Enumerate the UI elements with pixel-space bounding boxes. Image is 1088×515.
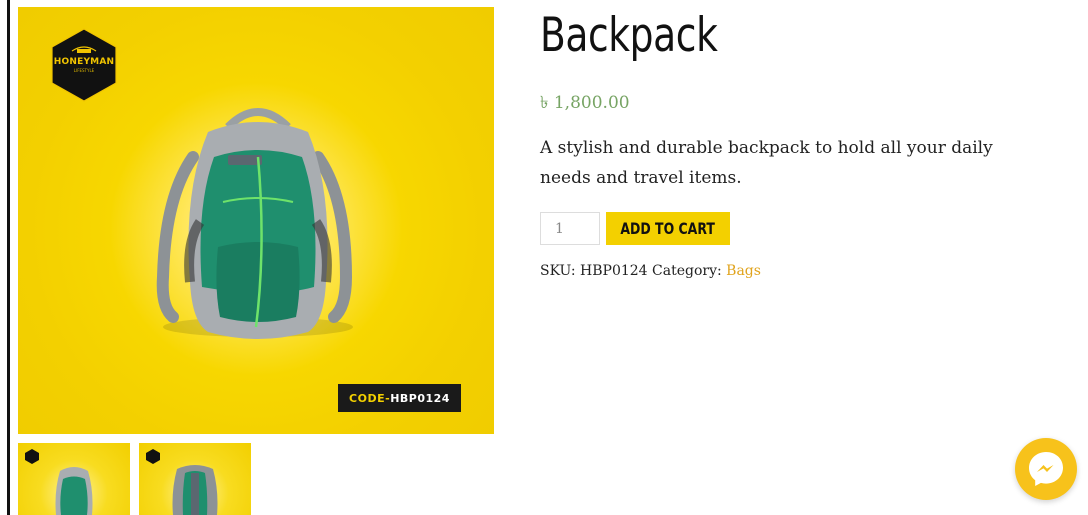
quantity-input[interactable]: [540, 212, 600, 245]
messenger-chat-button[interactable]: [1015, 438, 1077, 500]
add-to-cart-label: ADD TO CART: [620, 219, 716, 238]
category-link[interactable]: Bags: [726, 263, 761, 279]
thumbnail-backpack-front: [55, 467, 93, 515]
code-prefix: CODE: [349, 392, 390, 405]
product-thumbnail-2[interactable]: [139, 443, 251, 515]
category-label: Category:: [652, 263, 722, 279]
product-thumbnail-1[interactable]: [18, 443, 130, 515]
sku-value: HBP0124: [580, 263, 648, 279]
left-border: [7, 0, 10, 515]
product-price: ৳ 1,800.00: [540, 93, 630, 113]
sku-label: SKU:: [540, 263, 576, 279]
product-description: A stylish and durable backpack to hold a…: [540, 138, 993, 188]
product-code-label: CODEHBP0124: [338, 384, 461, 412]
product-meta: SKU: HBP0124 Category: Bags: [540, 263, 761, 279]
add-to-cart-button[interactable]: ADD TO CART: [606, 212, 730, 245]
product-title: Backpack: [540, 8, 718, 63]
backpack-illustration: [156, 108, 353, 339]
messenger-icon: [1029, 452, 1063, 486]
thumbnail-backpack-back: [172, 465, 218, 515]
product-main-image[interactable]: HONEYMAN LIFESTYLE CODEHBP0124: [18, 7, 494, 434]
code-value: HBP0124: [390, 391, 450, 405]
